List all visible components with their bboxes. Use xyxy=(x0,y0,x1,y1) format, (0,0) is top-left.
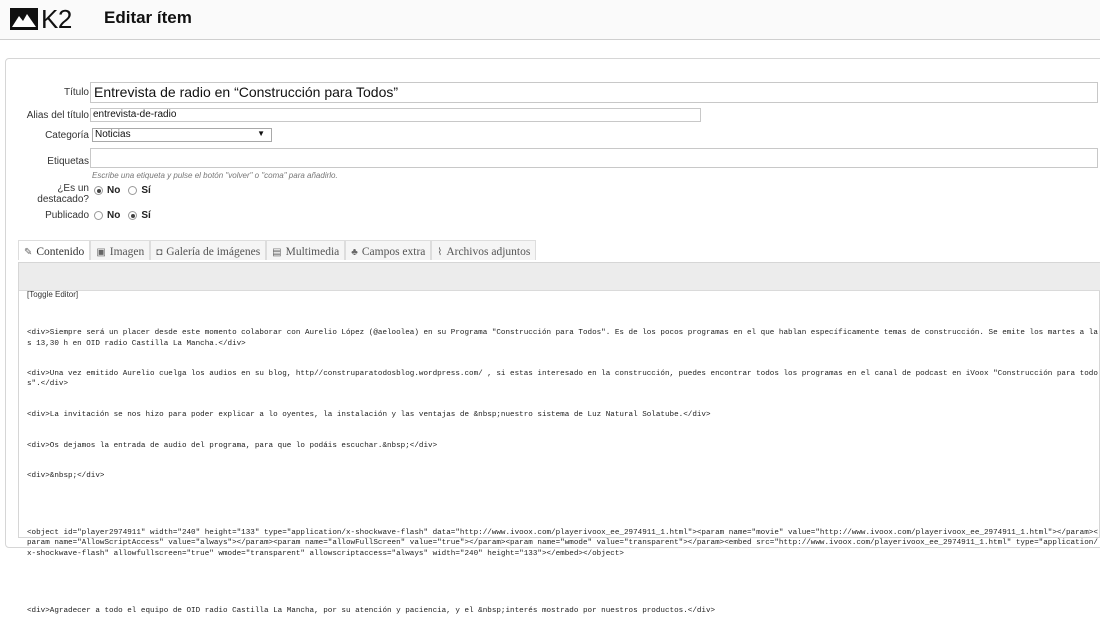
edit-icon: ✎ xyxy=(24,246,33,258)
code-line: <div>Agradecer a todo el equipo de OID r… xyxy=(27,606,716,615)
published-radio-group: No Sí xyxy=(94,210,159,221)
tab-label: Campos extra xyxy=(361,246,426,258)
tags-hint: Escribe una etiqueta y pulse el botón "v… xyxy=(92,171,338,180)
code-line: <div>Os dejamos la entrada de audio del … xyxy=(27,441,438,450)
k2-logo: K2 xyxy=(10,6,72,32)
category-value: Noticias xyxy=(95,129,131,140)
published-no-label[interactable]: No xyxy=(107,210,120,221)
tab-archivos-adjuntos[interactable]: ⌇ Archivos adjuntos xyxy=(431,240,537,260)
featured-label-line1: ¿Es un xyxy=(57,183,89,194)
tab-label: Galería de imágenes xyxy=(166,246,261,258)
page-title: Editar ítem xyxy=(104,8,192,27)
category-label: Categoría xyxy=(45,130,89,141)
featured-radio-group: No Sí xyxy=(94,185,159,196)
code-line: <div>Siempre será un placer desde este m… xyxy=(27,329,1098,348)
content-editor: [Toggle Editor] <div>Siempre será un pla… xyxy=(18,262,1100,615)
published-label: Publicado xyxy=(45,210,89,221)
editor-toolbar xyxy=(19,263,1100,291)
category-select[interactable]: Noticias ▼ xyxy=(92,128,272,142)
featured-yes-radio[interactable] xyxy=(128,186,138,195)
image-icon: ▣ xyxy=(96,246,106,258)
paperclip-icon: ⌇ xyxy=(437,246,443,258)
published-no-radio[interactable] xyxy=(94,211,103,220)
tags-input[interactable] xyxy=(90,148,1098,168)
film-icon: ▤ xyxy=(272,246,282,258)
toggle-editor-link[interactable]: [Toggle Editor] xyxy=(27,290,78,299)
featured-label: ¿Es un destacado? xyxy=(0,183,89,205)
code-line: <div>La invitación se nos hizo para pode… xyxy=(27,411,711,420)
code-line: <div>Una vez emitido Aurelio cuelga los … xyxy=(27,370,1098,389)
alias-input[interactable]: entrevista-de-radio xyxy=(90,108,701,122)
tab-label: Contenido xyxy=(36,246,85,258)
tab-imagen[interactable]: ▣ Imagen xyxy=(90,240,151,260)
code-line: <object id="player2974911" width="240" h… xyxy=(27,529,1098,558)
tab-multimedia[interactable]: ▤ Multimedia xyxy=(266,240,346,260)
tab-label: Multimedia xyxy=(285,246,340,258)
tab-campos-extra[interactable]: ♣ Campos extra xyxy=(345,240,432,260)
published-yes-label[interactable]: Sí xyxy=(141,210,150,221)
featured-no-label[interactable]: No xyxy=(107,185,120,196)
page-header: K2 Editar ítem xyxy=(0,0,1100,40)
tab-contenido[interactable]: ✎ Contenido xyxy=(18,240,91,260)
camera-icon: ◘ xyxy=(156,246,163,258)
mountain-icon xyxy=(10,8,38,30)
featured-no-radio[interactable] xyxy=(94,186,103,195)
featured-label-line2: destacado? xyxy=(37,194,89,205)
editor-textarea[interactable]: <div>Siempre será un placer desde este m… xyxy=(27,308,1099,636)
alias-label: Alias del título xyxy=(26,110,89,121)
tab-label: Imagen xyxy=(109,246,145,258)
code-line: <div>&nbsp;</div> xyxy=(27,472,105,481)
logo-text: K2 xyxy=(41,4,72,34)
title-input[interactable]: Entrevista de radio en “Construcción par… xyxy=(90,82,1098,103)
title-label: Título xyxy=(63,87,89,98)
chevron-down-icon: ▼ xyxy=(257,129,265,138)
tools-icon: ♣ xyxy=(351,246,358,258)
tab-label: Archivos adjuntos xyxy=(446,246,531,258)
tab-galeria[interactable]: ◘ Galería de imágenes xyxy=(150,240,267,260)
published-yes-radio[interactable] xyxy=(128,211,138,220)
tags-label: Etiquetas xyxy=(47,156,89,167)
item-tabs: ✎ Contenido ▣ Imagen ◘ Galería de imágen… xyxy=(18,240,537,260)
featured-yes-label[interactable]: Sí xyxy=(141,185,150,196)
